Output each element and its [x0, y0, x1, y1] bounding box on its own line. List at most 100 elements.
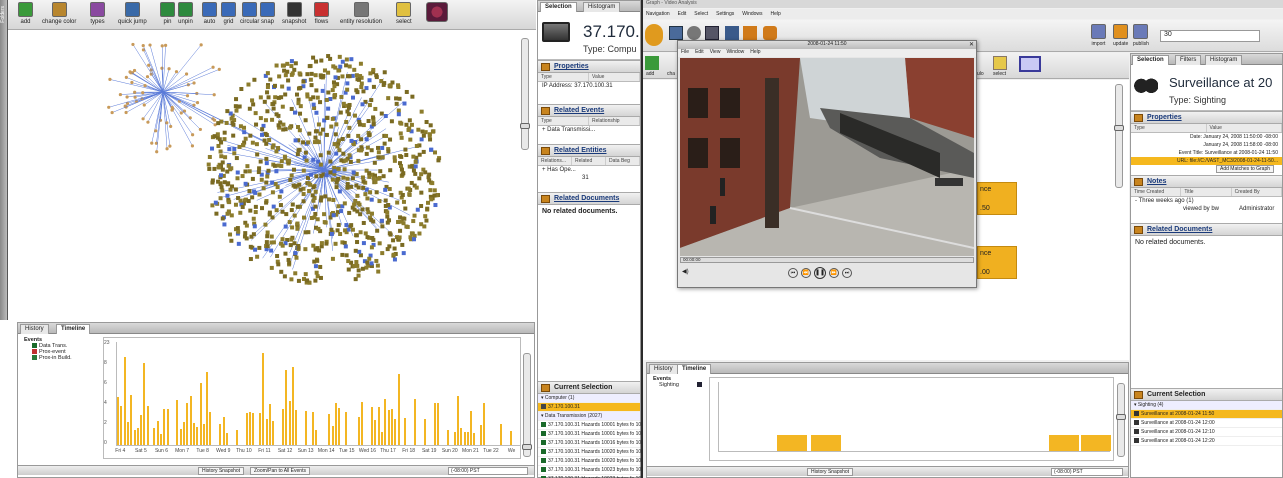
- graph-node[interactable]: [419, 137, 424, 142]
- graph-node[interactable]: [296, 97, 301, 102]
- graph-node[interactable]: [350, 227, 355, 232]
- graph-node[interactable]: [318, 162, 323, 167]
- graph-node[interactable]: [281, 63, 286, 68]
- graph-node[interactable]: [248, 208, 253, 213]
- graph-node[interactable]: [401, 199, 406, 204]
- graph-node[interactable]: [320, 127, 325, 132]
- graph-node[interactable]: [225, 169, 230, 174]
- graph-node[interactable]: [219, 185, 224, 190]
- graph-node[interactable]: [309, 83, 314, 88]
- data-transmission-item[interactable]: 37.170.100.31 Hazards 10016 bytes fo 10: [538, 439, 641, 448]
- graph-node[interactable]: [266, 95, 271, 100]
- graph-node[interactable]: [361, 123, 366, 128]
- graph-node[interactable]: [167, 67, 171, 71]
- graph-node[interactable]: [363, 192, 368, 197]
- publish-button[interactable]: publish: [1133, 24, 1149, 51]
- graph-node[interactable]: [283, 92, 288, 97]
- graph-node[interactable]: [344, 253, 349, 258]
- timeline-bar[interactable]: [470, 411, 473, 445]
- graph-node[interactable]: [243, 181, 248, 186]
- tab-histogram[interactable]: Histogram: [583, 2, 621, 12]
- timeline-bar[interactable]: [315, 430, 317, 445]
- graph-node[interactable]: [133, 90, 137, 94]
- timeline-bar[interactable]: [480, 425, 482, 445]
- graph-node[interactable]: [409, 122, 414, 127]
- graph-node[interactable]: [413, 171, 418, 176]
- timeline-bar[interactable]: [288, 400, 291, 445]
- graph-node[interactable]: [345, 185, 350, 190]
- graph-node[interactable]: [253, 111, 258, 116]
- graph-node[interactable]: [366, 210, 371, 215]
- graph-node[interactable]: [329, 124, 334, 129]
- timeline-bar[interactable]: [423, 419, 426, 445]
- graph-node[interactable]: [328, 97, 333, 102]
- graph-node[interactable]: [293, 138, 298, 143]
- graph-node[interactable]: [404, 122, 409, 127]
- tab-history-right[interactable]: History: [649, 364, 678, 374]
- graph-node[interactable]: [347, 125, 352, 130]
- timeline-bar[interactable]: [136, 428, 139, 445]
- menu-item-navigation[interactable]: Navigation: [646, 11, 670, 17]
- graph-node[interactable]: [401, 251, 406, 256]
- graph-node[interactable]: [367, 171, 372, 176]
- graph-node[interactable]: [314, 110, 319, 115]
- graph-node[interactable]: [336, 68, 341, 73]
- graph-node[interactable]: [170, 105, 174, 110]
- graph-node[interactable]: [329, 231, 334, 236]
- toolbar-button-grid[interactable]: grid: [221, 2, 236, 29]
- graph-node[interactable]: [369, 261, 374, 266]
- graph-node[interactable]: [146, 120, 150, 124]
- graph-node[interactable]: [269, 240, 274, 245]
- graph-node[interactable]: [353, 248, 358, 253]
- timeline-bar[interactable]: [189, 395, 192, 445]
- related-entities-header[interactable]: Related Entities: [538, 144, 640, 157]
- graph-node[interactable]: [199, 43, 203, 47]
- sighting-item[interactable]: Surveillance at 2008-01-24 11:50: [1131, 410, 1282, 419]
- graph-node[interactable]: [262, 99, 267, 104]
- graph-node[interactable]: [361, 179, 366, 184]
- graph-node[interactable]: [369, 245, 374, 250]
- graph-node[interactable]: [338, 231, 343, 236]
- graph-node[interactable]: [346, 259, 351, 264]
- graph-node[interactable]: [287, 220, 292, 225]
- timeline-bar[interactable]: [130, 395, 133, 445]
- timeline-bar[interactable]: [202, 423, 205, 445]
- graph-node[interactable]: [414, 185, 419, 190]
- graph-node[interactable]: [292, 241, 297, 246]
- graph-node[interactable]: [269, 234, 274, 239]
- notes-header[interactable]: Notes: [1131, 175, 1282, 188]
- graph-node[interactable]: [235, 226, 240, 231]
- graph-node[interactable]: [315, 95, 320, 100]
- graph-node[interactable]: [334, 151, 339, 156]
- graph-node[interactable]: [352, 202, 357, 207]
- graph-node[interactable]: [407, 118, 412, 123]
- graph-node[interactable]: [260, 132, 265, 137]
- graph-node[interactable]: [322, 68, 327, 73]
- graph-node[interactable]: [324, 241, 329, 246]
- timeline-bar[interactable]: [285, 369, 288, 445]
- graph-node[interactable]: [276, 95, 281, 100]
- graph-node[interactable]: [346, 133, 351, 138]
- grid-view-icon[interactable]: [1019, 56, 1041, 72]
- graph-node[interactable]: [360, 266, 365, 271]
- graph-node[interactable]: [369, 148, 374, 153]
- graph-node[interactable]: [382, 141, 387, 146]
- timeline-zoom-slider[interactable]: [522, 353, 532, 457]
- graph-node[interactable]: [410, 164, 415, 169]
- toolbar-button-snap[interactable]: snap: [260, 2, 275, 29]
- graph-node[interactable]: [311, 102, 316, 107]
- graph-node[interactable]: [349, 57, 354, 62]
- graph-node[interactable]: [280, 84, 285, 89]
- graph-node[interactable]: [347, 102, 352, 107]
- graph-node[interactable]: [145, 75, 150, 79]
- graph-node[interactable]: [315, 246, 320, 251]
- graph-node[interactable]: [264, 156, 269, 161]
- graph-node[interactable]: [352, 67, 357, 72]
- graph-node[interactable]: [350, 176, 355, 181]
- graph-node[interactable]: [386, 203, 391, 208]
- graph-node[interactable]: [263, 118, 268, 123]
- timeline-bar[interactable]: [258, 412, 261, 445]
- graph-node[interactable]: [250, 195, 255, 200]
- graph-node[interactable]: [124, 110, 128, 115]
- graph-node[interactable]: [365, 260, 370, 265]
